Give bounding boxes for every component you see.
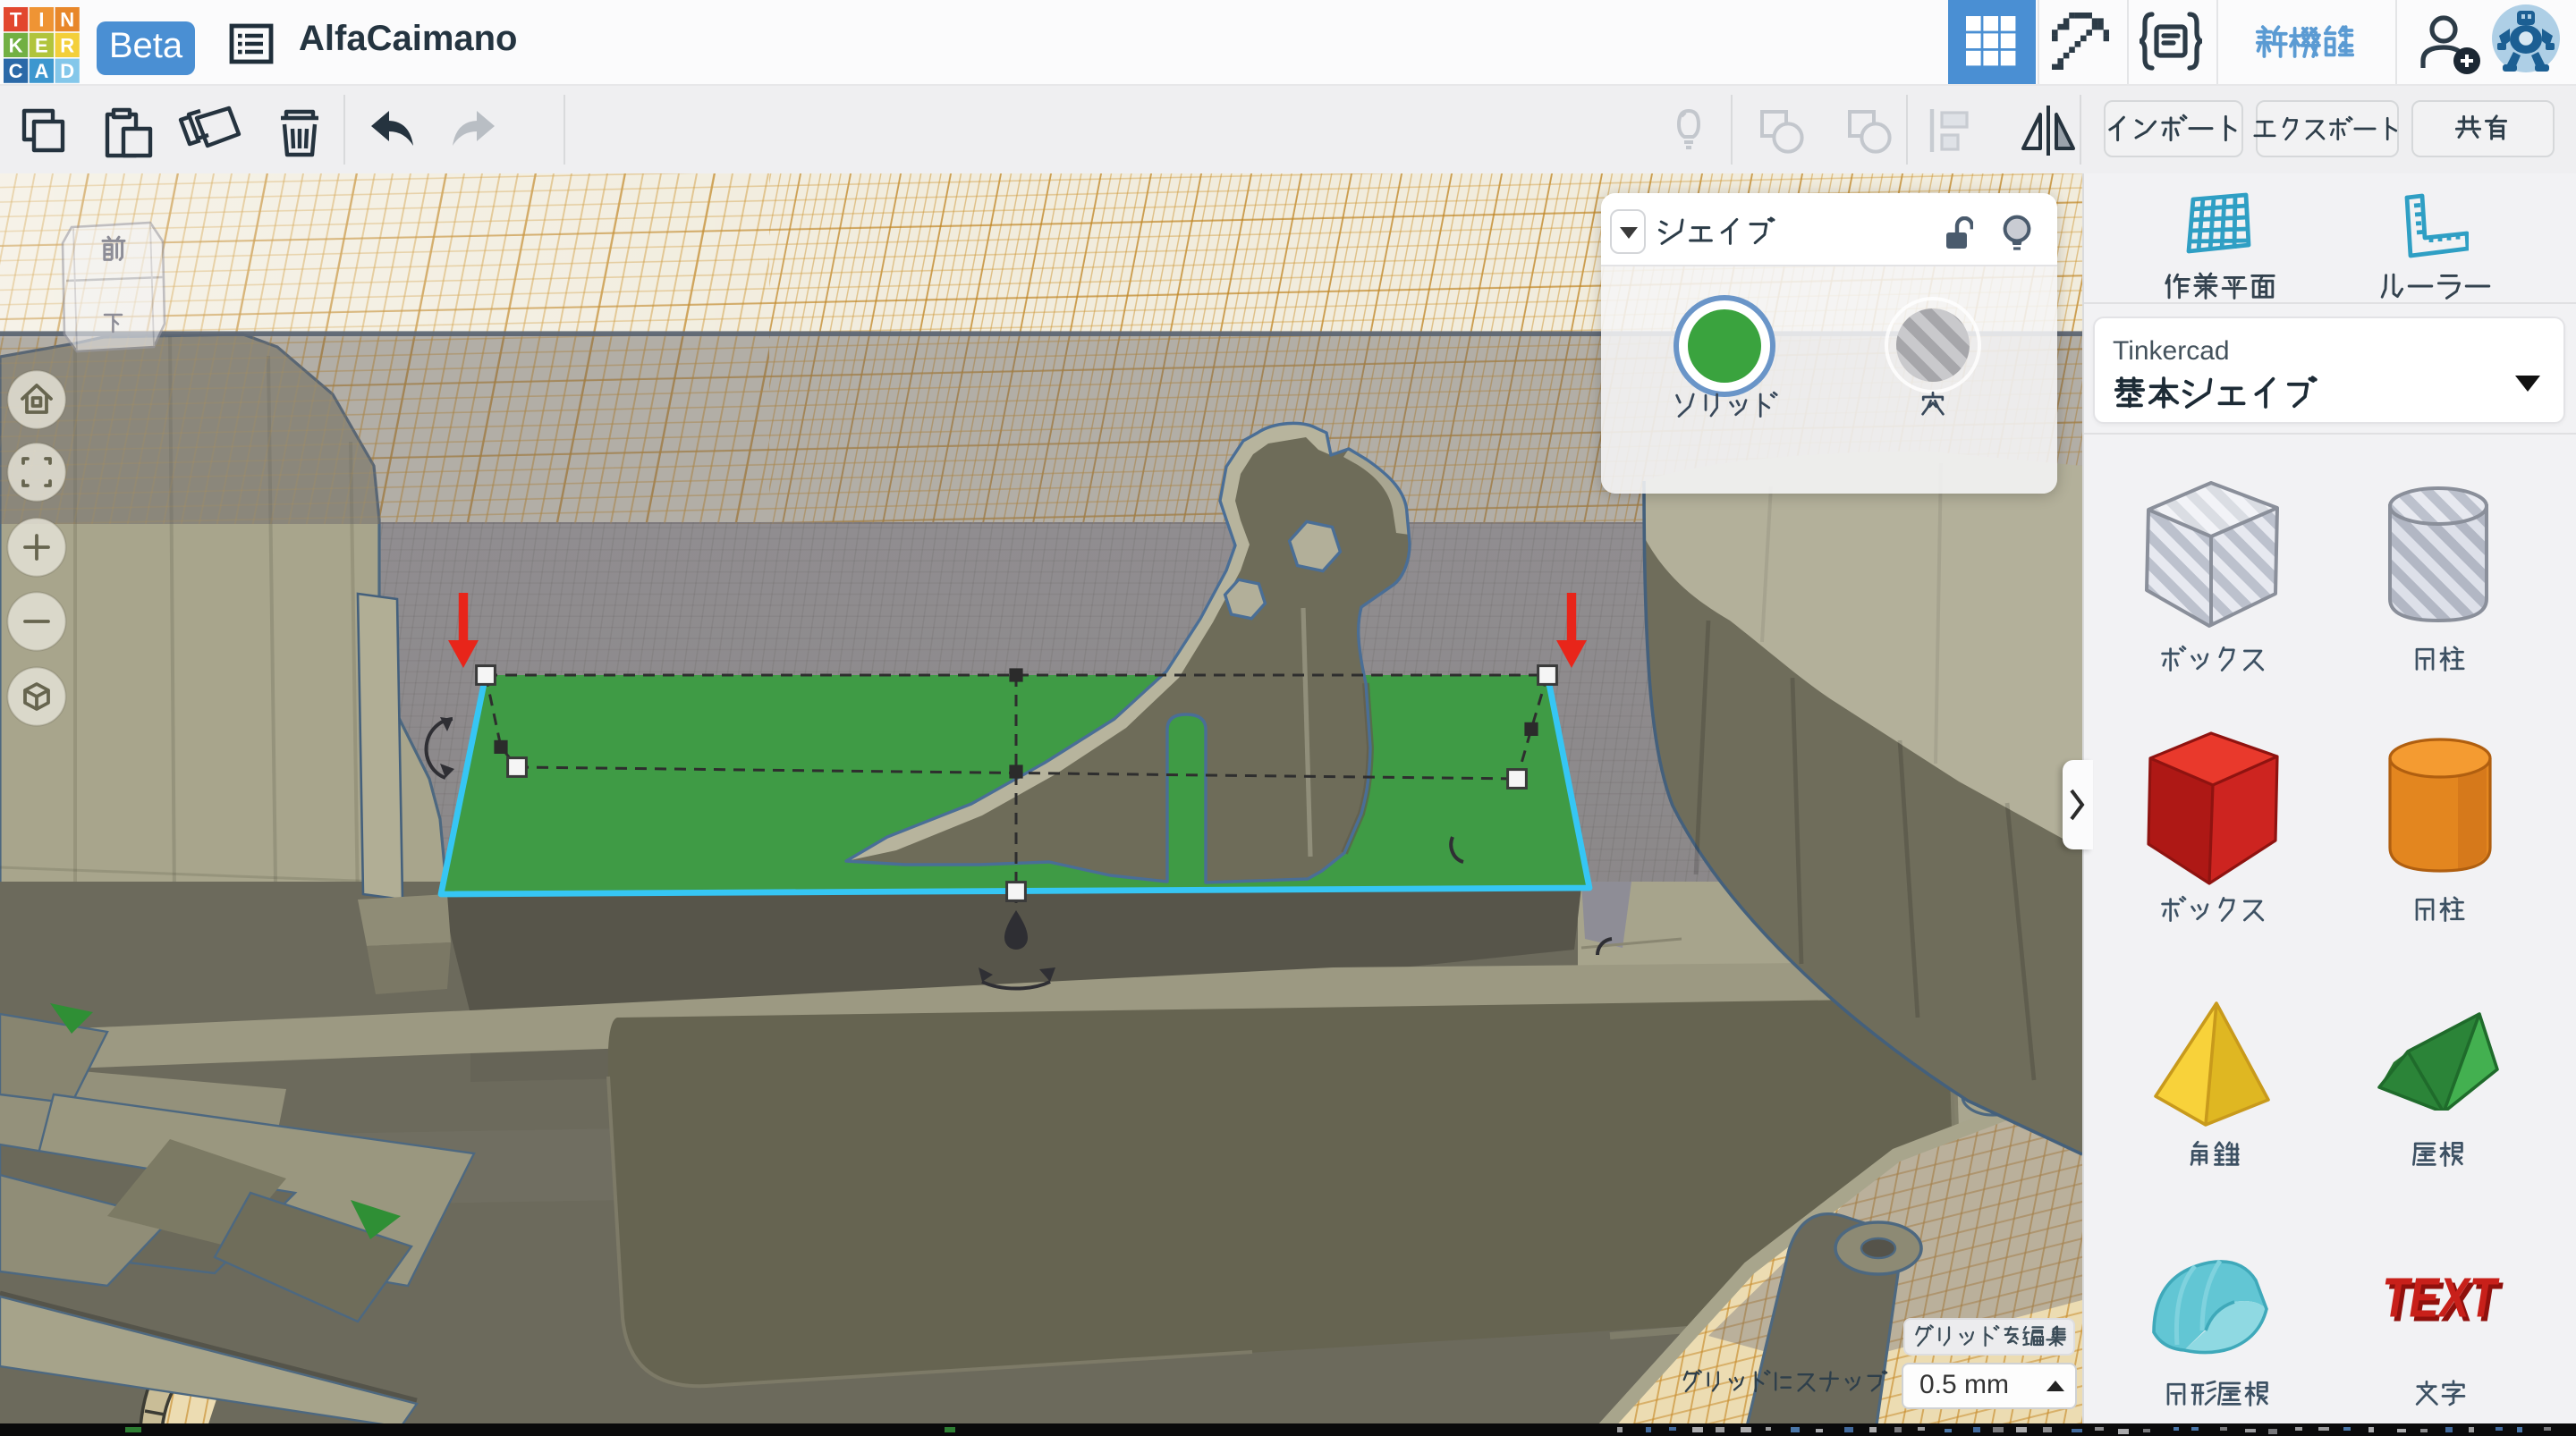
svg-text:D: D bbox=[60, 60, 74, 82]
svg-text:C: C bbox=[9, 60, 23, 82]
svg-text:R: R bbox=[60, 34, 74, 56]
svg-text:K: K bbox=[9, 34, 23, 56]
svg-text:E: E bbox=[35, 34, 48, 56]
svg-text:T: T bbox=[10, 9, 22, 31]
svg-text:A: A bbox=[34, 60, 48, 82]
svg-text:I: I bbox=[38, 9, 44, 31]
svg-text:N: N bbox=[60, 9, 74, 31]
svg-text:TEXT: TEXT bbox=[2377, 1267, 2502, 1330]
